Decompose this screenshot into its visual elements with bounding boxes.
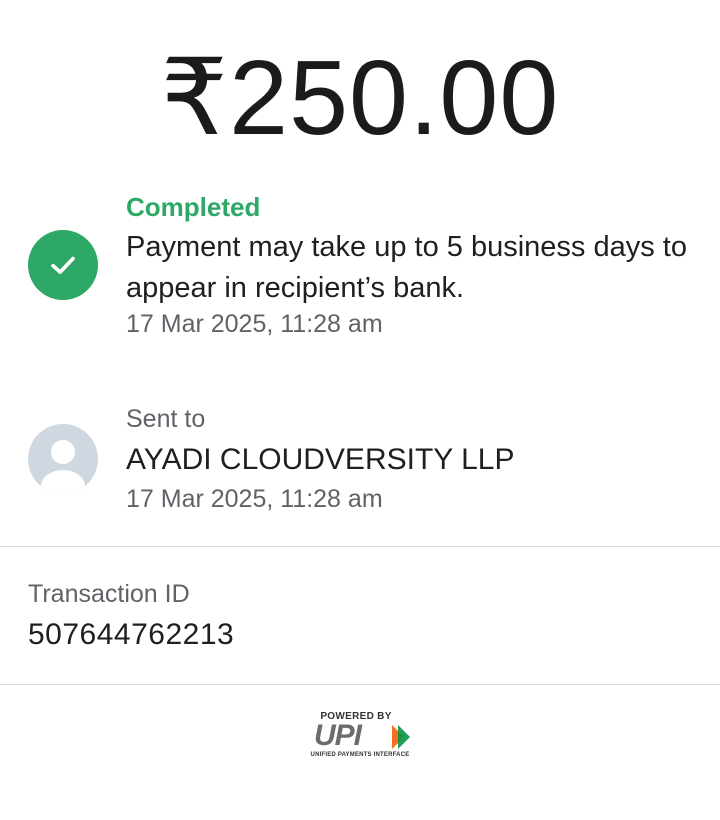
payment-amount: ₹250.00 [160,39,560,157]
upi-arrow-icon [392,725,410,749]
status-message: Payment may take up to 5 business days t… [126,231,687,304]
transaction-id-label: Transaction ID [28,580,190,608]
status-timestamp: 17 Mar 2025, 11:28 am [126,310,383,338]
avatar-icon [28,424,98,494]
divider [0,546,720,547]
upi-wordmark: UPI [314,719,362,752]
check-circle-icon [28,230,98,300]
transaction-id-value: 507644762213 [28,618,235,651]
recipient-name: AYADI CLOUDVERSITY LLP [126,443,515,476]
upi-tagline: UNIFIED PAYMENTS INTERFACE [310,752,410,758]
checkmark-icon [51,256,75,274]
divider [0,684,720,685]
person-icon [41,440,85,494]
status-label: Completed [126,192,261,222]
sent-to-label: Sent to [126,405,206,433]
upi-logo: POWERED BY UPI UNIFIED PAYMENTS INTERFAC… [300,708,420,766]
sent-timestamp: 17 Mar 2025, 11:28 am [126,485,383,513]
payment-receipt: ₹250.00 Completed Payment may take up to… [0,0,720,820]
